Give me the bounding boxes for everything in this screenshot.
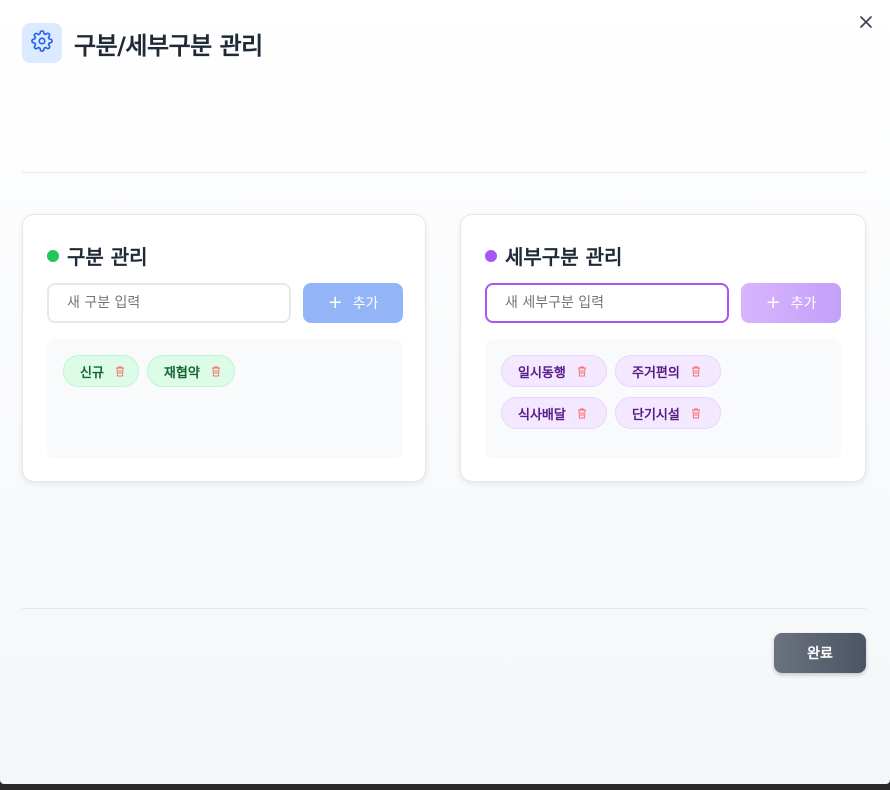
- category-tag-list: 신규 재협약: [47, 339, 403, 459]
- subcategory-tag: 일시동행: [501, 355, 607, 387]
- trash-icon[interactable]: [576, 407, 588, 419]
- add-subcategory-button[interactable]: + 추가: [741, 283, 841, 323]
- header-divider: [22, 172, 866, 173]
- done-button[interactable]: 완료: [774, 633, 866, 673]
- trash-icon[interactable]: [576, 365, 588, 377]
- subcategory-tag: 식사배달: [501, 397, 607, 429]
- trash-icon[interactable]: [690, 407, 702, 419]
- purple-dot-icon: [485, 249, 497, 262]
- add-subcategory-label: 추가: [790, 296, 817, 312]
- subcategory-tag: 단기시설: [615, 397, 721, 429]
- category-panel: 구분 관리 + 추가 신규 재협약: [22, 214, 426, 482]
- header-icon-box: [22, 23, 62, 63]
- subcategory-tag: 주거편의: [615, 355, 721, 387]
- subcategory-tag-label: 주거편의: [632, 365, 680, 381]
- subcategory-tag-list: 일시동행 주거편의 식사배달 단기시설: [485, 339, 841, 459]
- plus-icon: +: [327, 292, 343, 313]
- category-tag: 재협약: [146, 355, 235, 387]
- green-dot-icon: [47, 249, 59, 262]
- close-icon: [860, 13, 872, 32]
- category-tag-label: 재협약: [163, 365, 200, 381]
- close-button[interactable]: [856, 12, 876, 32]
- subcategory-panel-title: 세부구분 관리: [505, 245, 623, 269]
- category-tag-label: 신규: [80, 365, 104, 381]
- subcategory-input[interactable]: [485, 283, 729, 323]
- trash-icon[interactable]: [114, 365, 126, 377]
- plus-icon: +: [765, 292, 781, 313]
- add-category-button[interactable]: + 추가: [303, 283, 403, 323]
- footer-divider: [22, 608, 866, 609]
- subcategory-tag-label: 식사배달: [518, 407, 566, 423]
- trash-icon[interactable]: [210, 365, 222, 377]
- subcategory-panel: 세부구분 관리 + 추가 일시동행 주거편의 식사배달: [460, 214, 866, 482]
- add-category-label: 추가: [352, 296, 379, 312]
- dialog-title: 구분/세부구분 관리: [74, 31, 263, 60]
- gear-icon: [31, 30, 53, 56]
- category-input[interactable]: [47, 283, 291, 323]
- category-manager-dialog: 구분/세부구분 관리 구분 관리 + 추가 신규 재협약: [0, 0, 890, 784]
- category-tag: 신규: [63, 355, 139, 387]
- category-panel-title: 구분 관리: [67, 245, 148, 269]
- dialog-header: 구분/세부구분 관리: [22, 23, 263, 63]
- subcategory-panel-header: 세부구분 관리: [485, 241, 622, 270]
- subcategory-tag-label: 일시동행: [518, 365, 566, 381]
- category-panel-header: 구분 관리: [47, 241, 148, 270]
- trash-icon[interactable]: [690, 365, 702, 377]
- subcategory-tag-label: 단기시설: [632, 407, 680, 423]
